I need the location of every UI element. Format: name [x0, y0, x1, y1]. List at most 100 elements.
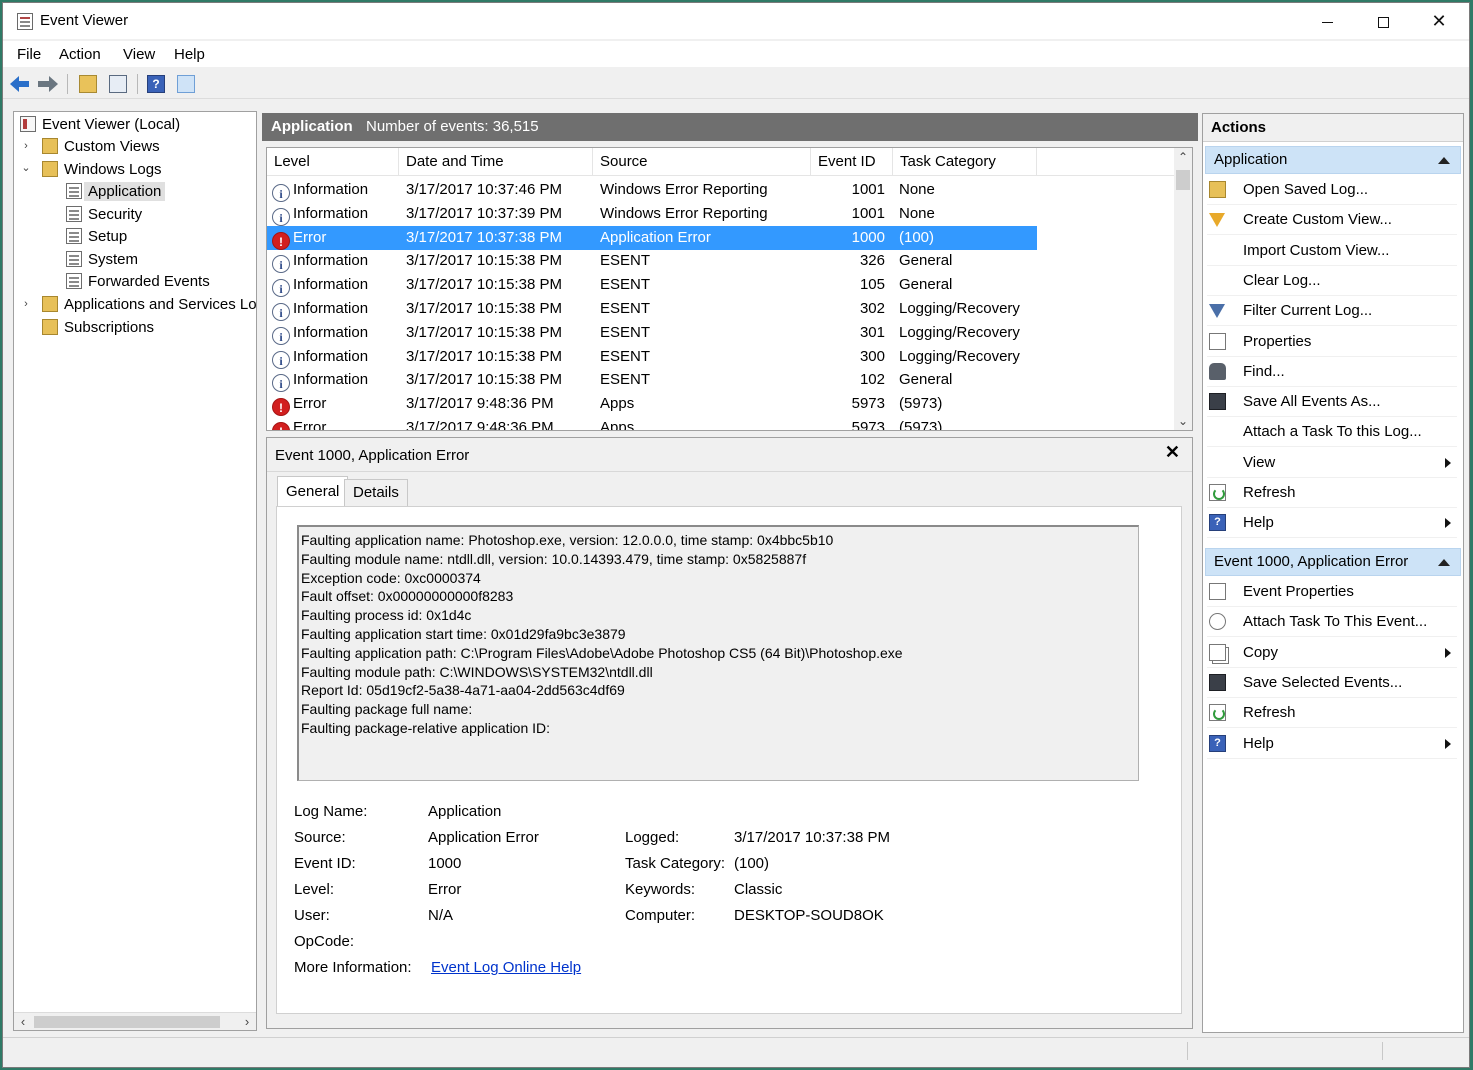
column-level[interactable]: Level	[267, 148, 399, 176]
tree-horizontal-scrollbar[interactable]: ‹ ›	[14, 1012, 256, 1030]
event-log-online-help-link[interactable]: Event Log Online Help	[431, 959, 581, 976]
expand-custom-views-chevron-icon[interactable]: ›	[20, 140, 32, 152]
description-line: Faulting module name: ntdll.dll, version…	[301, 550, 807, 567]
toolbar: ?	[3, 69, 1469, 99]
action-help[interactable]: ? Help	[1207, 729, 1457, 759]
back-button[interactable]	[9, 73, 31, 95]
close-window-button[interactable]: ✕	[1411, 3, 1467, 39]
grid-vertical-scrollbar[interactable]: ⌃ ⌄	[1174, 148, 1192, 430]
cell-source: ESENT	[600, 323, 651, 341]
general-tab-body: Faulting application name: Photoshop.exe…	[276, 506, 1182, 1014]
action-open-saved-log[interactable]: Open Saved Log...	[1207, 175, 1457, 205]
tab-general[interactable]: General	[277, 476, 349, 507]
table-row[interactable]: ! Error 3/17/2017 10:37:38 PM Application E…	[267, 225, 1037, 250]
tree-item-applications-and-services[interactable]: Applications and Services Lo	[42, 294, 256, 316]
task-icon	[1209, 613, 1226, 631]
column-event-id[interactable]: Event ID	[811, 148, 893, 176]
action-refresh[interactable]: Refresh	[1207, 478, 1457, 508]
expand-app-services-chevron-icon[interactable]: ›	[20, 298, 32, 310]
show-hide-action-pane-button[interactable]	[175, 73, 197, 95]
help-icon: ?	[1209, 514, 1226, 532]
action-create-custom-view[interactable]: Create Custom View...	[1207, 205, 1457, 236]
help-toolbar-button[interactable]: ?	[145, 73, 167, 95]
action-attach-a-task-to-this-log[interactable]: Attach a Task To this Log...	[1207, 417, 1457, 448]
table-row[interactable]: i Information 3/17/2017 10:15:38 PM ESENT 30…	[267, 345, 1037, 369]
event-description[interactable]: Faulting application name: Photoshop.exe…	[297, 525, 1139, 781]
show-hide-console-tree-button[interactable]	[107, 73, 129, 95]
table-row[interactable]: i Information 3/17/2017 10:37:39 PM Windows…	[267, 202, 1037, 226]
submenu-arrow-icon	[1445, 647, 1451, 658]
computer-label: Computer:	[625, 907, 696, 924]
cell-task-category: Logging/Recovery	[899, 300, 1020, 317]
scroll-right-icon[interactable]: ›	[238, 1013, 256, 1030]
action-refresh[interactable]: Refresh	[1207, 698, 1457, 729]
level-text: Information	[293, 204, 369, 222]
collapse-windows-logs-chevron-icon[interactable]: ⌄	[20, 161, 32, 174]
column-date-time[interactable]: Date and Time	[399, 148, 593, 176]
action-find[interactable]: Find...	[1207, 357, 1457, 387]
tree-item-forwarded-events[interactable]: Forwarded Events	[66, 271, 210, 293]
tree-item-security[interactable]: Security	[66, 204, 142, 226]
cell-event-id: 5973	[851, 419, 885, 431]
maximize-button[interactable]	[1355, 3, 1411, 39]
cell-task-category: None	[899, 181, 935, 198]
menu-view[interactable]: View	[123, 46, 155, 63]
tree-item-root[interactable]: Event Viewer (Local)	[20, 114, 180, 136]
menu-file[interactable]: File	[17, 46, 41, 63]
description-line: Faulting application name: Photoshop.exe…	[301, 532, 834, 548]
tree-item-setup[interactable]: Setup	[66, 226, 127, 248]
column-task-category[interactable]: Task Category	[893, 148, 1037, 176]
submenu-arrow-icon	[1445, 518, 1451, 529]
information-icon: i	[272, 326, 290, 345]
information-icon: i	[272, 303, 290, 321]
table-row[interactable]: !Error 3/17/2017 9:48:36 PM Apps 5973 (5973)	[267, 416, 1037, 431]
action-view[interactable]: View	[1207, 448, 1457, 478]
action-properties[interactable]: Properties	[1207, 327, 1457, 357]
table-row[interactable]: i Information 3/17/2017 10:37:46 PM Windows…	[267, 178, 1037, 202]
table-row[interactable]: i Information 3/17/2017 10:15:38 PM ESENT 30…	[267, 297, 1037, 321]
table-row[interactable]: i Information 3/17/2017 10:15:38 PM ESENT 30…	[267, 321, 1037, 345]
scrollbar-thumb[interactable]	[1176, 170, 1190, 190]
forward-button[interactable]	[37, 73, 59, 95]
action-attach-task-to-this-event[interactable]: Attach Task To This Event...	[1207, 607, 1457, 638]
scrollbar-thumb[interactable]	[34, 1016, 220, 1028]
collapse-caret-icon[interactable]	[1438, 157, 1450, 164]
tree-item-system[interactable]: System	[66, 249, 138, 271]
center-pane: Application Number of events: 36,515 Lev…	[262, 113, 1198, 1033]
tab-details[interactable]: Details	[344, 479, 408, 507]
tree-item-application[interactable]: Application	[66, 181, 166, 203]
table-row[interactable]: i Information 3/17/2017 10:15:38 PM ESENT 32…	[267, 249, 1037, 274]
up-one-level-button[interactable]	[77, 73, 99, 95]
scroll-down-icon[interactable]: ⌄	[1174, 412, 1192, 430]
actions-section-event[interactable]: Event 1000, Application Error	[1205, 548, 1461, 576]
menu-action[interactable]: Action	[59, 46, 101, 63]
action-import-custom-view[interactable]: Import Custom View...	[1207, 236, 1457, 266]
action-save-selected-events[interactable]: Save Selected Events...	[1207, 668, 1457, 698]
cell-level: !Error	[272, 226, 326, 250]
action-clear-log[interactable]: Clear Log...	[1207, 266, 1457, 296]
action-filter-current-log[interactable]: Filter Current Log...	[1207, 296, 1457, 327]
action-event-properties[interactable]: Event Properties	[1207, 577, 1457, 607]
action-save-all-events-as[interactable]: Save All Events As...	[1207, 387, 1457, 418]
tree-item-custom-views[interactable]: Custom Views	[42, 136, 160, 158]
cell-event-id: 5973	[851, 395, 885, 413]
actions-section-application[interactable]: Application	[1205, 146, 1461, 174]
minimize-button[interactable]	[1299, 3, 1355, 39]
table-row[interactable]: !Error 3/17/2017 9:48:36 PM Apps 5973 (5973)	[267, 392, 1037, 417]
scroll-left-icon[interactable]: ‹	[14, 1013, 32, 1030]
collapse-caret-icon[interactable]	[1438, 559, 1450, 566]
action-help[interactable]: ? Help	[1207, 508, 1457, 539]
column-source[interactable]: Source	[593, 148, 811, 176]
table-row[interactable]: i Information 3/17/2017 10:15:38 PM ESENT 10…	[267, 368, 1037, 393]
close-detail-icon[interactable]: ✕	[1165, 442, 1180, 463]
action-copy[interactable]: Copy	[1207, 638, 1457, 668]
cell-event-id: 105	[859, 276, 885, 294]
menu-help[interactable]: Help	[174, 46, 205, 63]
tree-item-windows-logs[interactable]: Windows Logs	[42, 159, 162, 181]
events-grid: Level Date and Time Source Event ID Task…	[266, 147, 1193, 431]
cell-date-time: 3/17/2017 10:37:39 PM	[406, 204, 562, 222]
task-category-label: Task Category:	[625, 855, 726, 872]
scroll-up-icon[interactable]: ⌃	[1174, 148, 1192, 166]
tree-item-subscriptions[interactable]: Subscriptions	[42, 317, 154, 339]
table-row[interactable]: i Information 3/17/2017 10:15:38 PM ESENT 10…	[267, 273, 1037, 298]
